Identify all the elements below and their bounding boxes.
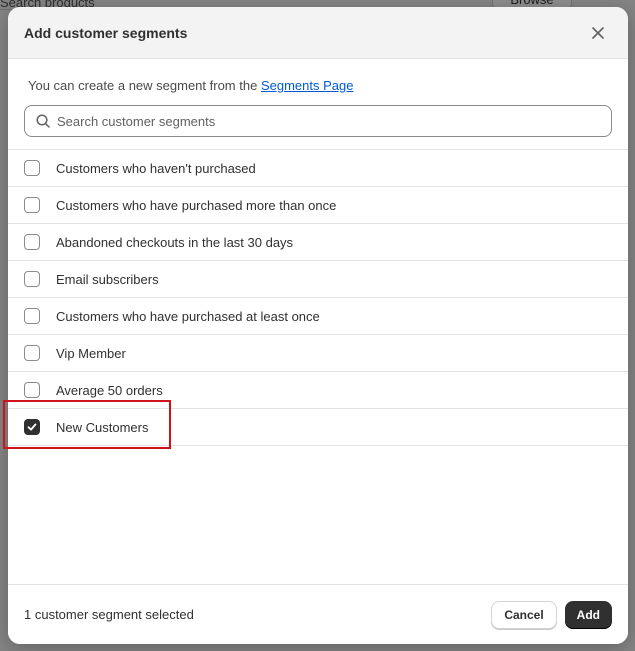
modal-footer: 1 customer segment selected Cancel Add bbox=[8, 584, 628, 644]
search-icon bbox=[36, 114, 50, 128]
close-button[interactable] bbox=[586, 21, 610, 45]
segment-label: Abandoned checkouts in the last 30 days bbox=[56, 234, 294, 250]
segment-list-item[interactable]: New Customers bbox=[8, 409, 628, 446]
segment-list-item[interactable]: Customers who haven't purchased bbox=[8, 150, 628, 187]
segment-list-item[interactable]: Email subscribers bbox=[8, 261, 628, 298]
segment-checkbox[interactable] bbox=[24, 308, 40, 324]
checkmark-icon bbox=[27, 423, 37, 431]
selection-status: 1 customer segment selected bbox=[24, 607, 194, 622]
segment-checkbox[interactable] bbox=[24, 382, 40, 398]
add-button[interactable]: Add bbox=[564, 600, 612, 629]
segment-checkbox[interactable] bbox=[24, 271, 40, 287]
segment-list: Customers who haven't purchased Customers… bbox=[8, 149, 628, 446]
info-text: You can create a new segment from the Se… bbox=[8, 59, 628, 105]
segment-checkbox[interactable] bbox=[24, 160, 40, 176]
segment-checkbox[interactable] bbox=[24, 234, 40, 250]
close-icon bbox=[592, 26, 604, 39]
segment-label: Customers who haven't purchased bbox=[56, 160, 256, 176]
segment-checkbox[interactable] bbox=[24, 345, 40, 361]
segment-label: Average 50 orders bbox=[56, 382, 163, 398]
modal-title: Add customer segments bbox=[24, 24, 188, 41]
segment-checkbox[interactable] bbox=[24, 419, 40, 435]
segment-list-item[interactable]: Customers who have purchased more than o… bbox=[8, 187, 628, 224]
segments-page-link[interactable]: Segments Page bbox=[261, 78, 354, 93]
modal-header: Add customer segments bbox=[8, 7, 628, 59]
segment-list-item[interactable]: Abandoned checkouts in the last 30 days bbox=[8, 224, 628, 261]
segment-checkbox[interactable] bbox=[24, 197, 40, 213]
segment-label: Email subscribers bbox=[56, 271, 159, 287]
segment-label: New Customers bbox=[56, 419, 149, 435]
segment-label: Customers who have purchased more than o… bbox=[56, 197, 337, 213]
add-customer-segments-modal: Add customer segments You can create a n… bbox=[8, 7, 628, 644]
cancel-button[interactable]: Cancel bbox=[491, 600, 557, 629]
info-text-label: You can create a new segment from the bbox=[28, 78, 261, 93]
segment-list-item[interactable]: Average 50 orders bbox=[8, 372, 628, 409]
segment-label: Customers who have purchased at least on… bbox=[56, 308, 320, 324]
segment-label: Vip Member bbox=[56, 345, 126, 361]
segment-list-item[interactable]: Vip Member bbox=[8, 335, 628, 372]
search-input[interactable] bbox=[57, 113, 601, 129]
search-field[interactable] bbox=[24, 105, 612, 137]
segment-list-item[interactable]: Customers who have purchased at least on… bbox=[8, 298, 628, 335]
